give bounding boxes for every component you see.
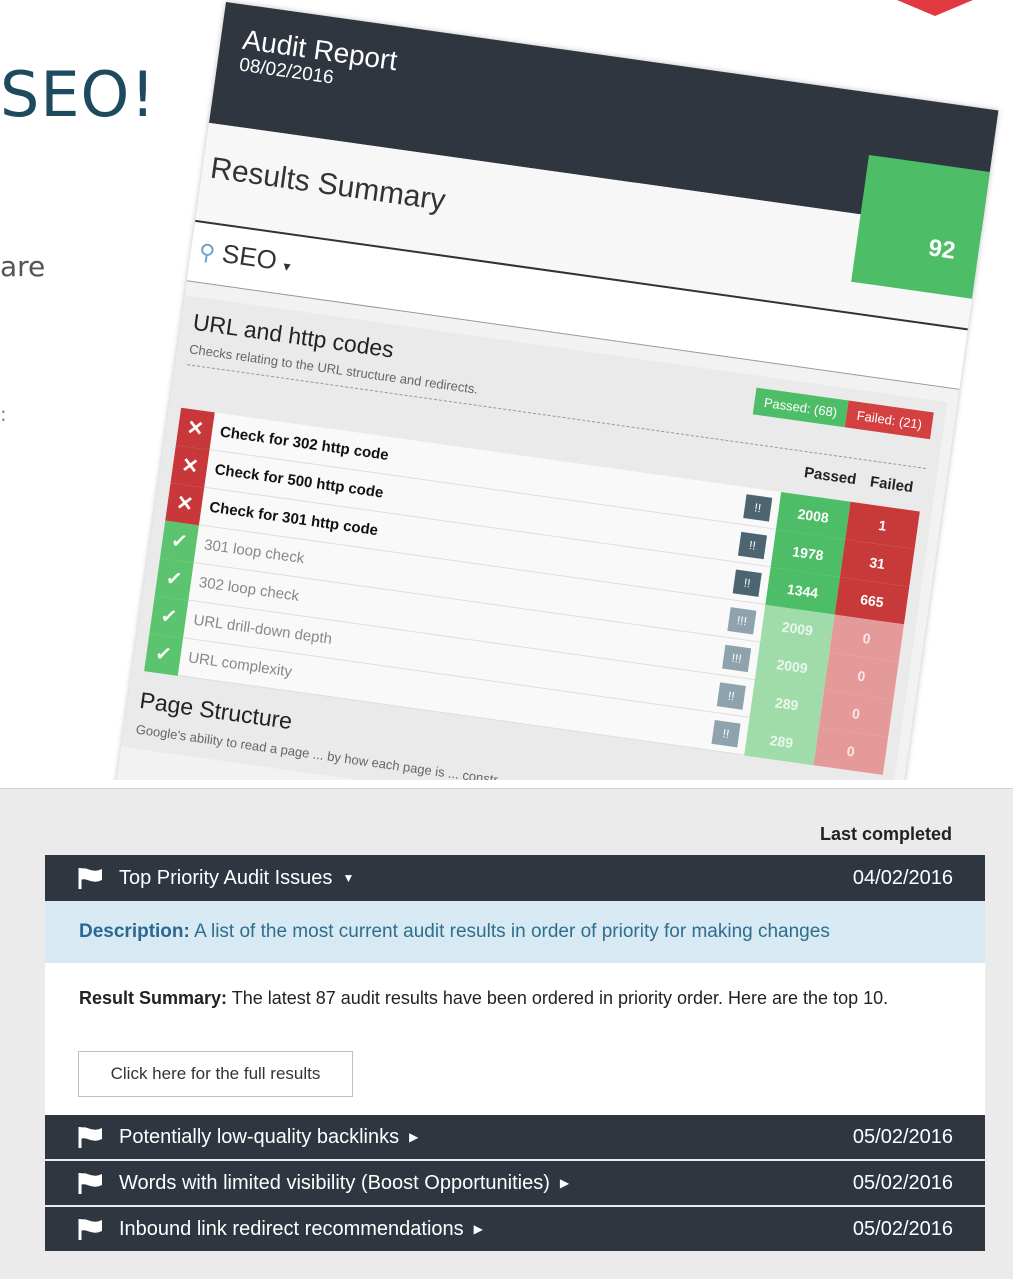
audit-report-card: Audit Report 08/02/2016 Results Summary … bbox=[106, 2, 999, 780]
top-priority-issues-header[interactable]: Top Priority Audit Issues ▼ 04/02/2016 bbox=[45, 855, 985, 901]
alert-icon[interactable]: !! bbox=[732, 569, 762, 597]
alert-icon[interactable]: !! bbox=[716, 681, 746, 710]
alert-icon[interactable]: !! bbox=[711, 719, 741, 747]
cross-icon: ✕ bbox=[165, 482, 205, 525]
failed-count-badge[interactable]: Failed: (21) bbox=[845, 400, 934, 440]
cross-icon: ✕ bbox=[175, 407, 215, 450]
flag-icon bbox=[78, 868, 102, 889]
full-results-button[interactable]: Click here for the full results bbox=[78, 1051, 353, 1097]
audit-issues-panel: Last completed Top Priority Audit Issues… bbox=[0, 788, 1013, 1279]
result-summary-text: The latest 87 audit results have been or… bbox=[227, 988, 889, 1008]
chevron-down-icon: ▾ bbox=[282, 257, 292, 275]
alert-icon[interactable]: !! bbox=[743, 493, 773, 522]
issue-label: Words with limited visibility (Boost Opp… bbox=[119, 1171, 550, 1194]
checkmark-icon: ✓ bbox=[160, 520, 199, 563]
passed-column-header: Passed bbox=[803, 464, 858, 489]
issue-date: 05/02/2016 bbox=[852, 1171, 953, 1194]
description-label: Description: bbox=[79, 921, 190, 942]
top-priority-issues-date: 04/02/2016 bbox=[852, 866, 953, 889]
top-priority-issues-label: Top Priority Audit Issues bbox=[119, 866, 333, 889]
caret-right-icon: ▶ bbox=[409, 1130, 419, 1144]
failed-column-header: Failed bbox=[868, 473, 915, 497]
issue-date: 05/02/2016 bbox=[852, 1217, 953, 1240]
issue-date: 05/02/2016 bbox=[852, 1125, 953, 1148]
alert-icon[interactable]: !! bbox=[738, 531, 768, 559]
result-summary-box: Result Summary: The latest 87 audit resu… bbox=[45, 963, 985, 1115]
result-summary-label: Result Summary: bbox=[79, 988, 228, 1008]
caret-right-icon: ▶ bbox=[559, 1176, 570, 1190]
issue-row-redirect-recommendations[interactable]: Inbound link redirect recommendations ▶ … bbox=[45, 1207, 985, 1251]
issue-label: Potentially low-quality backlinks bbox=[119, 1125, 400, 1148]
passed-count-badge[interactable]: Passed: (68) bbox=[752, 387, 849, 428]
flag-icon bbox=[78, 1173, 102, 1194]
flag-icon bbox=[78, 1127, 102, 1148]
caret-right-icon: ▶ bbox=[473, 1222, 483, 1236]
description-box: Description: A list of the most current … bbox=[45, 901, 985, 963]
checkmark-icon: ✓ bbox=[149, 595, 189, 638]
lightbulb-icon: ⚲ bbox=[197, 238, 217, 266]
flag-icon bbox=[78, 1219, 102, 1240]
description-text: A list of the most current audit results… bbox=[189, 921, 830, 942]
results-summary-title: Results Summary bbox=[208, 151, 448, 218]
caret-down-icon: ▼ bbox=[342, 871, 355, 885]
checkmark-icon: ✓ bbox=[154, 557, 194, 601]
alert-icon[interactable]: !!! bbox=[727, 606, 757, 635]
score-badge: 92 bbox=[851, 154, 990, 299]
cross-icon: ✕ bbox=[170, 444, 210, 488]
issue-row-limited-visibility[interactable]: Words with limited visibility (Boost Opp… bbox=[45, 1161, 985, 1205]
seo-category-label: SEO bbox=[220, 238, 279, 276]
checkmark-icon: ✓ bbox=[144, 632, 184, 676]
issue-label: Inbound link redirect recommendations bbox=[119, 1217, 464, 1240]
last-completed-header: Last completed bbox=[819, 824, 952, 844]
report-image-clip: Audit Report 08/02/2016 Results Summary … bbox=[0, 0, 1013, 780]
issue-row-backlinks[interactable]: Potentially low-quality backlinks ▶ 05/0… bbox=[45, 1115, 985, 1159]
alert-icon[interactable]: !!! bbox=[722, 644, 752, 672]
